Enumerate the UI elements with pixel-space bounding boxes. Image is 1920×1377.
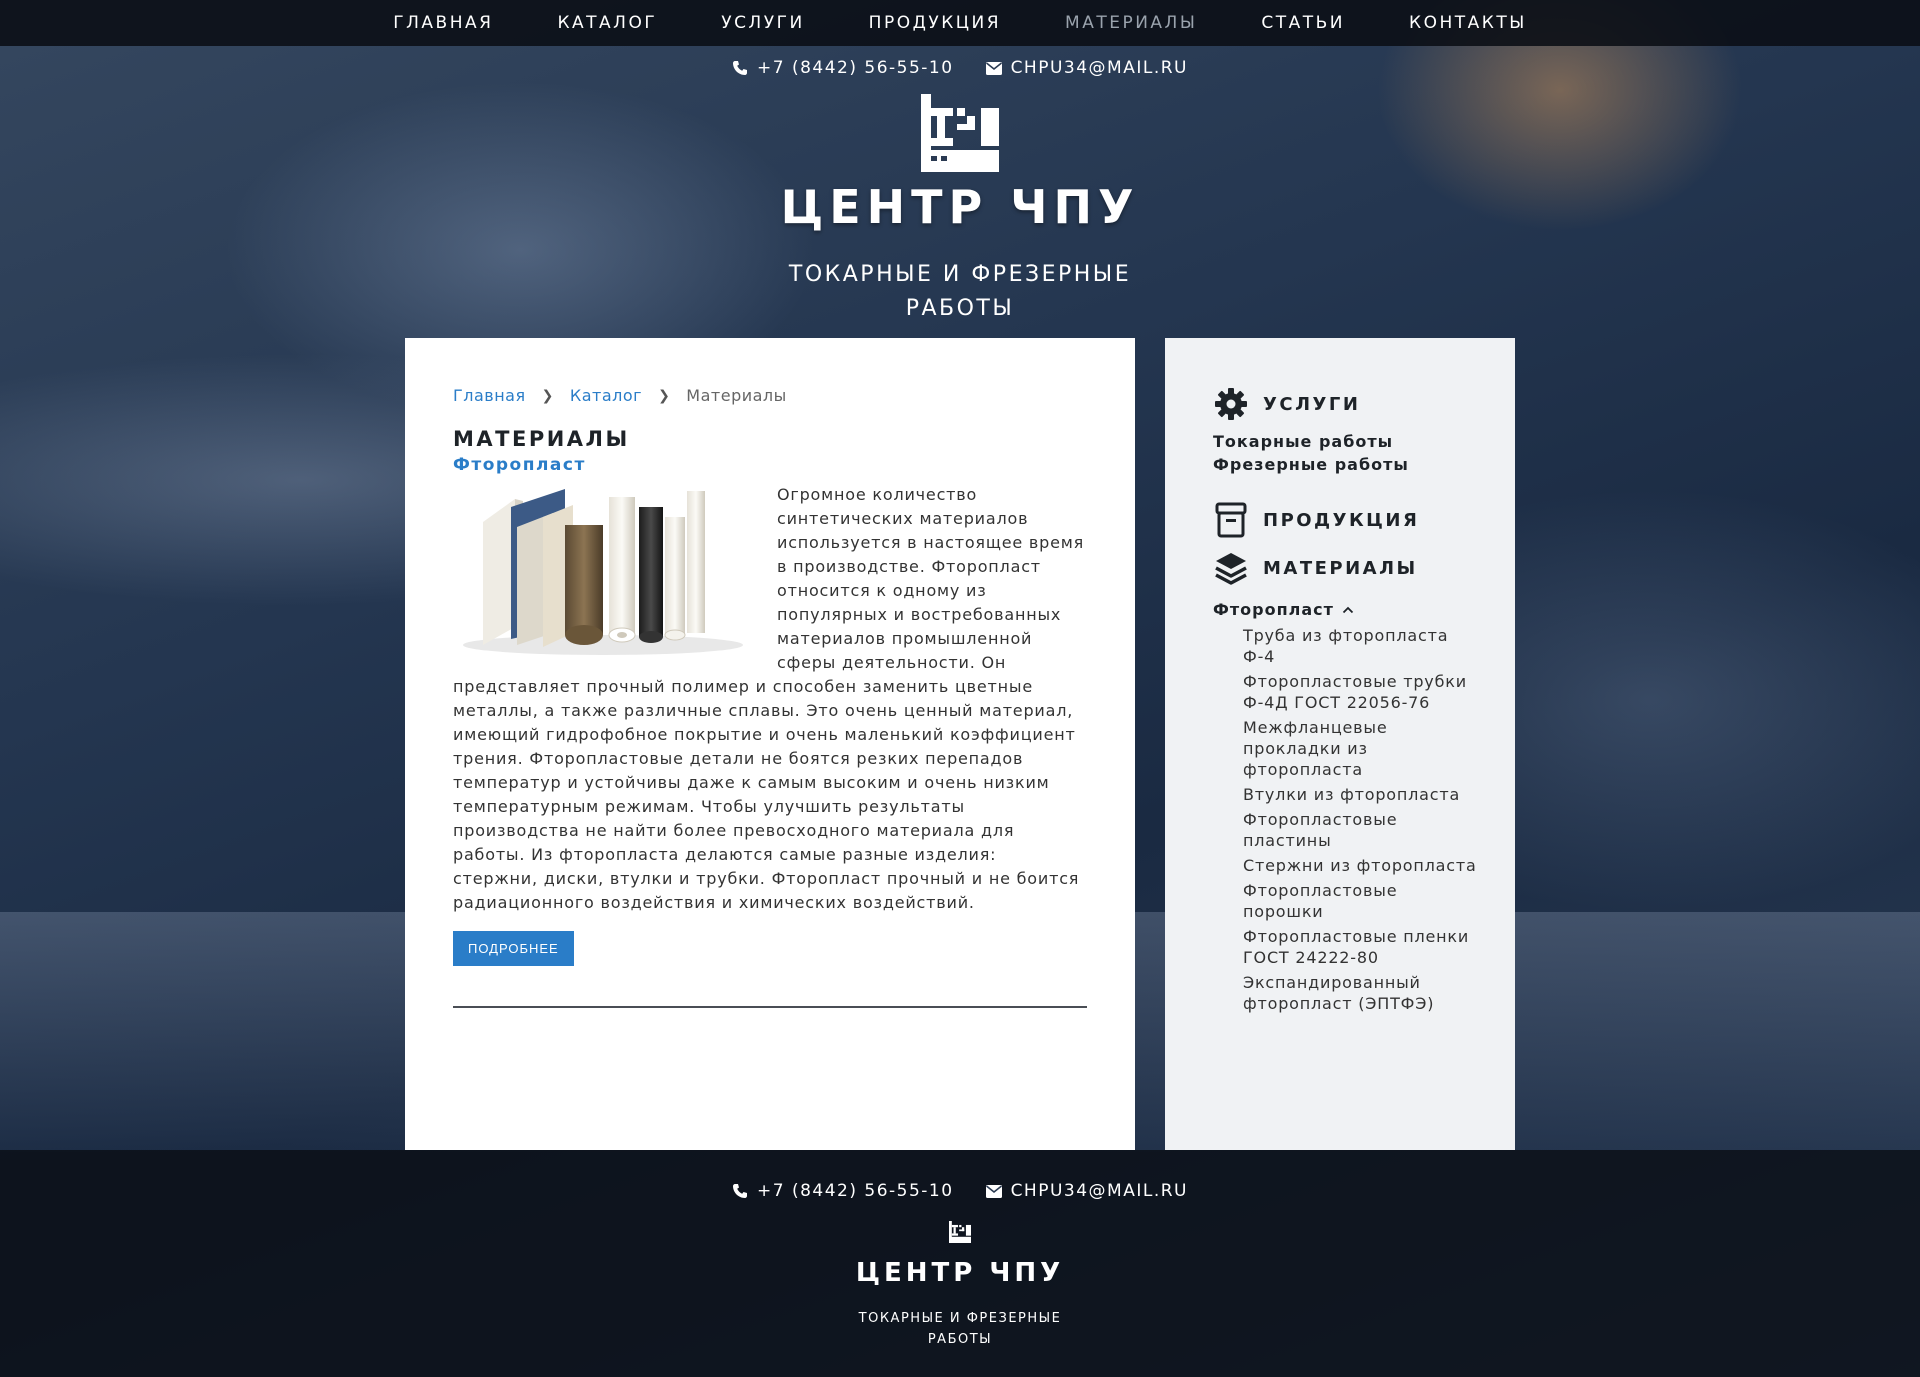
sidebar-products-heading[interactable]: ПРОДУКЦИЯ <box>1213 502 1515 538</box>
sidebar-services-title: УСЛУГИ <box>1263 393 1361 415</box>
submenu-item[interactable]: Стержни из фторопласта <box>1243 855 1483 876</box>
header-phone[interactable]: +7 (8442) 56-55-10 <box>732 58 954 78</box>
nav-item-products[interactable]: ПРОДУКЦИЯ <box>869 13 1001 33</box>
header-email[interactable]: CHPU34@MAIL.RU <box>985 58 1188 78</box>
submenu-item[interactable]: Втулки из фторопласта <box>1243 784 1483 805</box>
header-contacts: +7 (8442) 56-55-10 CHPU34@MAIL.RU <box>0 58 1920 78</box>
footer-email[interactable]: CHPU34@MAIL.RU <box>985 1181 1188 1201</box>
archive-box-icon <box>1213 502 1249 538</box>
phone-icon <box>733 1184 747 1198</box>
chevron-right-icon: ❯ <box>541 387 554 404</box>
brand-tagline: ТОКАРНЫЕ И ФРЕЗЕРНЫЕ РАБОТЫ <box>0 258 1920 326</box>
footer-logo-icon[interactable] <box>949 1221 971 1243</box>
breadcrumb-current: Материалы <box>686 386 787 405</box>
nav-item-articles[interactable]: СТАТЬИ <box>1261 13 1345 33</box>
submenu-item[interactable]: Труба из фторопласта Ф-4 <box>1243 625 1483 667</box>
sidebar-group-ftoroplast[interactable]: Фторопласт <box>1213 600 1515 619</box>
logo-icon[interactable] <box>921 94 999 172</box>
footer-email-text: CHPU34@MAIL.RU <box>1010 1181 1188 1201</box>
chevron-up-icon <box>1342 606 1354 613</box>
sidebar: УСЛУГИ Токарные работы Фрезерные работы … <box>1165 338 1515 1150</box>
breadcrumb-catalog[interactable]: Каталог <box>570 386 642 405</box>
mail-icon <box>985 61 1002 75</box>
submenu-item[interactable]: Фторопластовые пластины <box>1243 809 1483 851</box>
main-content: Главная ❯ Каталог ❯ Материалы МАТЕРИАЛЫ … <box>405 338 1135 1150</box>
submenu-item[interactable]: Фторопластовые пленки ГОСТ 24222-80 <box>1243 926 1483 968</box>
more-button[interactable]: ПОДРОБНЕЕ <box>453 931 574 966</box>
material-title-link[interactable]: Фторопласт <box>453 455 1087 475</box>
footer-phone-text: +7 (8442) 56-55-10 <box>757 1181 954 1201</box>
page-title: МАТЕРИАЛЫ <box>453 427 630 451</box>
top-nav: ГЛАВНАЯ КАТАЛОГ УСЛУГИ ПРОДУКЦИЯ МАТЕРИА… <box>0 0 1920 46</box>
nav-item-catalog[interactable]: КАТАЛОГ <box>557 13 657 33</box>
footer-brand-title: ЦЕНТР ЧПУ <box>855 1258 1065 1288</box>
sidebar-group-label: Фторопласт <box>1213 600 1334 619</box>
sidebar-products-title: ПРОДУКЦИЯ <box>1263 509 1420 531</box>
chevron-right-icon: ❯ <box>658 387 671 404</box>
nav-item-home[interactable]: ГЛАВНАЯ <box>393 13 493 33</box>
nav-item-contacts[interactable]: КОНТАКТЫ <box>1409 13 1527 33</box>
tagline-line-2: РАБОТЫ <box>905 296 1015 321</box>
sidebar-materials-heading[interactable]: МАТЕРИАЛЫ <box>1213 550 1515 586</box>
brand-title: ЦЕНТР ЧПУ <box>780 180 1140 234</box>
sidebar-materials-title: МАТЕРИАЛЫ <box>1263 557 1418 579</box>
sidebar-link-turning[interactable]: Токарные работы <box>1213 432 1515 451</box>
sidebar-link-milling[interactable]: Фрезерные работы <box>1213 455 1515 474</box>
footer-tagline-line-1: ТОКАРНЫЕ И ФРЕЗЕРНЫЕ <box>858 1311 1062 1326</box>
phone-icon <box>733 61 747 75</box>
content-divider <box>453 1006 1087 1008</box>
mail-icon <box>985 1184 1002 1198</box>
submenu-item[interactable]: Межфланцевые прокладки из фторопласта <box>1243 717 1483 780</box>
gear-icon <box>1213 386 1249 422</box>
sidebar-services-heading[interactable]: УСЛУГИ <box>1213 386 1515 422</box>
nav-item-services[interactable]: УСЛУГИ <box>721 13 804 33</box>
material-thumbnail[interactable] <box>453 487 755 657</box>
footer-tagline: ТОКАРНЫЕ И ФРЕЗЕРНЫЕ РАБОТЫ <box>0 1308 1920 1350</box>
header-phone-text: +7 (8442) 56-55-10 <box>757 58 954 78</box>
breadcrumb: Главная ❯ Каталог ❯ Материалы <box>453 386 1087 405</box>
sidebar-services-list: Токарные работы Фрезерные работы <box>1213 432 1515 474</box>
footer-contacts: +7 (8442) 56-55-10 CHPU34@MAIL.RU <box>0 1181 1920 1201</box>
submenu-item[interactable]: Экспандированный фторопласт (ЭПТФЭ) <box>1243 972 1483 1014</box>
layers-icon <box>1213 550 1249 586</box>
nav-item-materials[interactable]: МАТЕРИАЛЫ <box>1065 13 1197 33</box>
header-email-text: CHPU34@MAIL.RU <box>1010 58 1188 78</box>
sidebar-submenu: Труба из фторопласта Ф-4 Фторопластовые … <box>1243 625 1483 1014</box>
tagline-line-1: ТОКАРНЫЕ И ФРЕЗЕРНЫЕ <box>788 262 1132 287</box>
material-article: Огромное количество синтетических матери… <box>453 483 1087 915</box>
breadcrumb-home[interactable]: Главная <box>453 386 526 405</box>
submenu-item[interactable]: Фторопластовые порошки <box>1243 880 1483 922</box>
footer-phone[interactable]: +7 (8442) 56-55-10 <box>732 1181 954 1201</box>
footer-tagline-line-2: РАБОТЫ <box>927 1332 993 1347</box>
submenu-item[interactable]: Фторопластовые трубки Ф-4Д ГОСТ 22056-76 <box>1243 671 1483 713</box>
